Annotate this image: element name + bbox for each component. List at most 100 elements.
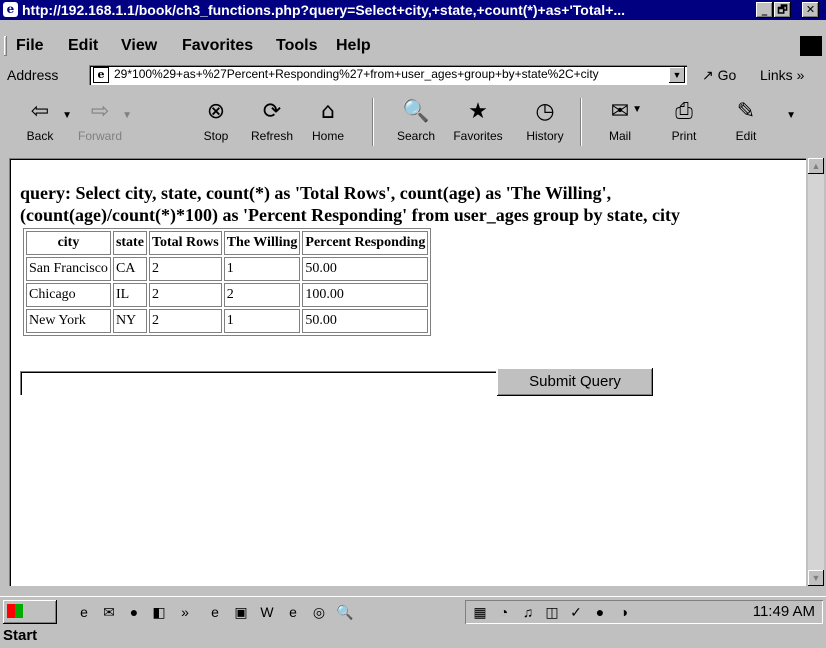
go-label: Go bbox=[717, 67, 737, 83]
title-bar: e http://192.168.1.1/book/ch3_functions.… bbox=[0, 0, 826, 20]
page-icon: e bbox=[93, 67, 109, 83]
history-icon: ◷ bbox=[535, 99, 555, 124]
cell-city: New York bbox=[26, 309, 111, 333]
table-row: New York NY 2 1 50.00 bbox=[26, 309, 429, 333]
print-label: Print bbox=[671, 129, 697, 143]
task-ie2-icon[interactable]: e bbox=[284, 603, 302, 621]
favorites-button[interactable]: ★ Favorites bbox=[450, 96, 506, 148]
col-header-the-willing: The Willing bbox=[223, 231, 301, 255]
cell-state: IL bbox=[112, 283, 147, 307]
table-header-row: city state Total Rows The Willing Percen… bbox=[26, 231, 429, 255]
mail-icon: ✉ bbox=[610, 99, 630, 124]
cell-total-rows: 2 bbox=[148, 257, 222, 281]
cell-percent: 100.00 bbox=[302, 283, 429, 307]
menu-grip bbox=[4, 36, 7, 56]
refresh-icon: ⟳ bbox=[262, 99, 282, 124]
back-button[interactable]: ⇦ Back ▼ bbox=[12, 96, 72, 148]
col-header-state: state bbox=[112, 231, 147, 255]
history-label: History bbox=[526, 129, 564, 143]
forward-dropdown-icon[interactable]: ▼ bbox=[122, 110, 132, 121]
standard-toolbar: ⇦ Back ▼ ⇨ Forward ▼ ⊗ Stop ⟳ Refresh ⌂ … bbox=[0, 92, 826, 154]
tray-scheduler-icon[interactable]: ✓ bbox=[567, 603, 585, 621]
desktop-quicklaunch-icon[interactable]: ◧ bbox=[150, 603, 168, 621]
go-button[interactable]: ↗ Go bbox=[702, 67, 736, 84]
menu-edit[interactable]: Edit bbox=[68, 33, 98, 59]
back-arrow-icon: ⇦ bbox=[30, 99, 50, 124]
edit-dropdown-icon[interactable]: ▼ bbox=[786, 110, 796, 121]
home-icon: ⌂ bbox=[321, 99, 335, 124]
mail-button[interactable]: ✉ Mail ▼ bbox=[592, 96, 648, 148]
page-content: query: Select city, state, count(*) as '… bbox=[9, 158, 806, 586]
menu-view[interactable]: View bbox=[121, 33, 157, 59]
toolbar-separator bbox=[372, 98, 374, 146]
refresh-button[interactable]: ⟳ Refresh bbox=[244, 96, 300, 148]
tray-display-icon[interactable]: ◫ bbox=[543, 603, 561, 621]
scroll-down-icon[interactable]: ▼ bbox=[808, 570, 824, 586]
tray-volume-icon[interactable]: ♫ bbox=[519, 603, 537, 621]
menu-bar: File Edit View Favorites Tools Help bbox=[0, 33, 826, 59]
submit-query-button[interactable]: Submit Query bbox=[497, 368, 653, 396]
home-button[interactable]: ⌂ Home bbox=[300, 96, 356, 148]
quicklaunch-more-icon[interactable]: » bbox=[176, 603, 194, 621]
cell-the-willing: 1 bbox=[223, 309, 301, 333]
back-dropdown-icon[interactable]: ▼ bbox=[62, 110, 72, 121]
cell-state: NY bbox=[112, 309, 147, 333]
windows-flag-icon bbox=[800, 36, 822, 56]
address-dropdown-icon[interactable]: ▼ bbox=[669, 67, 685, 83]
forward-arrow-icon: ⇨ bbox=[90, 99, 110, 124]
tray-network-icon[interactable]: ▦ bbox=[471, 603, 489, 621]
vertical-scrollbar[interactable]: ▲ ▼ bbox=[808, 158, 824, 586]
search-button[interactable]: 🔍 Search bbox=[388, 96, 444, 148]
stop-button[interactable]: ⊗ Stop bbox=[188, 96, 244, 148]
minimize-button[interactable]: _ bbox=[756, 2, 773, 18]
stop-label: Stop bbox=[203, 129, 229, 143]
taskbar: Start e ✉ ● ◧ » e ▣ W e ◎ 🔍 ▦ ◔ ♫ ◫ ✓ ● … bbox=[0, 596, 826, 644]
col-header-city: city bbox=[26, 231, 111, 255]
menu-favorites[interactable]: Favorites bbox=[182, 33, 253, 59]
refresh-label: Refresh bbox=[250, 129, 294, 143]
start-button[interactable]: Start bbox=[3, 600, 57, 644]
taskbar-clock[interactable]: 11:49 AM bbox=[753, 603, 815, 620]
query-input[interactable] bbox=[20, 371, 496, 395]
forward-label: Forward bbox=[77, 129, 122, 143]
links-button[interactable]: Links » bbox=[760, 67, 804, 83]
cell-state: CA bbox=[112, 257, 147, 281]
ie-quicklaunch-icon[interactable]: e bbox=[75, 603, 93, 621]
chat-quicklaunch-icon[interactable]: ● bbox=[125, 603, 143, 621]
menu-tools[interactable]: Tools bbox=[276, 33, 317, 59]
cell-total-rows: 2 bbox=[148, 309, 222, 333]
favorites-icon: ★ bbox=[468, 99, 488, 124]
history-button[interactable]: ◷ History bbox=[517, 96, 573, 148]
menu-help[interactable]: Help bbox=[336, 33, 371, 59]
outlook-quicklaunch-icon[interactable]: ✉ bbox=[100, 603, 118, 621]
address-input[interactable]: e 29*100%29+as+%27Percent+Responding%27+… bbox=[89, 65, 687, 85]
browser-window: e http://192.168.1.1/book/ch3_functions.… bbox=[0, 0, 826, 644]
toolbar-separator bbox=[580, 98, 582, 146]
mail-label: Mail bbox=[608, 129, 631, 143]
start-label: Start bbox=[3, 627, 38, 644]
task-app-icon[interactable]: ◎ bbox=[310, 603, 328, 621]
query-heading: query: Select city, state, count(*) as '… bbox=[20, 183, 680, 225]
menu-file[interactable]: File bbox=[16, 33, 44, 59]
tray-app-icon[interactable]: ◔ bbox=[495, 603, 513, 621]
task-explorer-icon[interactable]: ▣ bbox=[232, 603, 250, 621]
close-button[interactable]: ✕ bbox=[802, 2, 819, 18]
task-word-icon[interactable]: W bbox=[258, 603, 276, 621]
edit-button[interactable]: ✎ Edit ▼ bbox=[718, 96, 796, 148]
tray-messenger-icon[interactable]: ● bbox=[591, 603, 609, 621]
search-label: Search bbox=[396, 129, 436, 143]
tray-status-icon[interactable]: ◑ bbox=[615, 603, 633, 621]
maximize-button[interactable]: 🗗 bbox=[774, 2, 791, 18]
task-search-icon[interactable]: 🔍 bbox=[336, 603, 354, 621]
mail-dropdown-icon[interactable]: ▼ bbox=[632, 104, 642, 115]
ie-logo-icon: e bbox=[3, 2, 18, 17]
search-icon: 🔍 bbox=[402, 99, 430, 124]
stop-icon: ⊗ bbox=[206, 99, 226, 124]
forward-button[interactable]: ⇨ Forward ▼ bbox=[72, 96, 132, 148]
address-url[interactable]: 29*100%29+as+%27Percent+Responding%27+fr… bbox=[114, 67, 654, 81]
task-ie-window-icon[interactable]: e bbox=[206, 603, 224, 621]
cell-city: San Francisco bbox=[26, 257, 111, 281]
print-button[interactable]: ⎙ Print bbox=[656, 96, 712, 148]
home-label: Home bbox=[311, 129, 344, 143]
scroll-up-icon[interactable]: ▲ bbox=[808, 158, 824, 174]
